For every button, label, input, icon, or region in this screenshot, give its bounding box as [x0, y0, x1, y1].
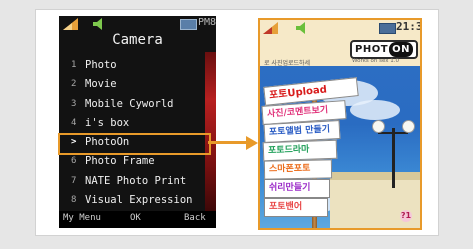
softkey-ok[interactable]: OK	[130, 213, 141, 223]
lamp-icon	[372, 120, 385, 133]
arrow-icon	[208, 141, 248, 144]
clock-text: PM8	[198, 17, 216, 28]
sound-icon	[296, 22, 305, 34]
signal-icon	[63, 18, 78, 30]
sound-icon	[93, 18, 102, 30]
clock-text: 21:3	[396, 20, 422, 33]
page-indicator: ?1	[400, 210, 412, 222]
lamp-post-image	[392, 128, 395, 188]
menu-item-visual-expression[interactable]: 8 Visual Expression	[59, 191, 209, 210]
cloud-image	[350, 100, 400, 120]
header-version: Works on sex 1.0	[352, 58, 400, 64]
battery-icon	[379, 23, 396, 34]
softkey-back[interactable]: Back	[184, 213, 206, 223]
selection-highlight	[58, 133, 211, 155]
arrow-head-icon	[246, 136, 258, 150]
softkey-bar: My Menu OK Back	[59, 211, 216, 228]
sign-photo-banner[interactable]: 포토밴어	[264, 198, 328, 217]
menu-item-mobile-cyworld[interactable]: 3 Mobile Cyworld	[59, 95, 209, 114]
photoon-header: PHOT ON 로 사진업로드하세 Works on sex 1.0	[260, 36, 420, 67]
phone-screen-camera-menu: PM8 Camera 1 Photo 2 Movie 3 Mobile Cywo…	[59, 16, 216, 228]
screen-title: Camera	[112, 32, 163, 48]
softkey-my-menu[interactable]: My Menu	[63, 213, 101, 223]
signal-icon	[263, 22, 278, 34]
menu-item-movie[interactable]: 2 Movie	[59, 75, 209, 94]
menu-item-photo-frame[interactable]: 6 Photo Frame	[59, 152, 209, 171]
sign-smartphone-photo[interactable]: 스마폰포토	[263, 159, 333, 180]
menu-item-is-box[interactable]: 4 i's box	[59, 114, 209, 133]
battery-icon	[180, 19, 197, 30]
menu-item-nate-photo-print[interactable]: 7 NATE Photo Print	[59, 172, 209, 191]
status-bar: PM8	[59, 16, 216, 32]
status-bar: 21:3	[260, 20, 420, 36]
menu-item-photo[interactable]: 1 Photo	[59, 56, 209, 75]
lamp-icon	[402, 120, 415, 133]
photoon-logo: PHOT ON	[350, 40, 418, 59]
header-subtitle: 로 사진업로드하세	[264, 60, 311, 67]
sign-make[interactable]: 쉬리만들기	[264, 179, 330, 198]
phone-screen-photoon: 21:3 PHOT ON 로 사진업로드하세 Works on sex 1.0 포…	[258, 18, 422, 230]
sign-photo-drama[interactable]: 포토드라마	[262, 139, 338, 162]
